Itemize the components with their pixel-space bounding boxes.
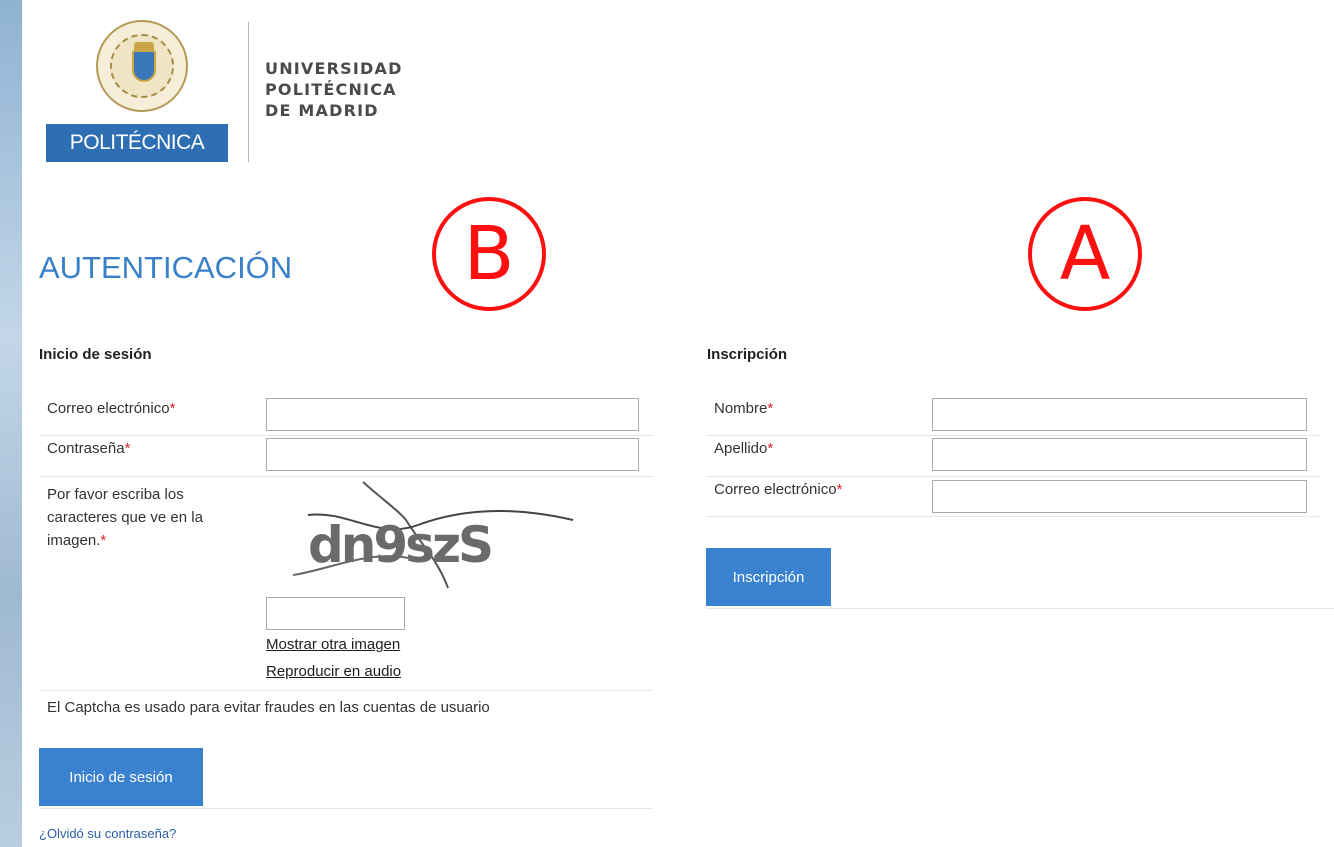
- required-mark: *: [767, 440, 774, 457]
- required-mark: *: [836, 481, 843, 498]
- page-title: AUTENTICACIÓN: [39, 250, 293, 285]
- captcha-image: dn9szS: [292, 481, 574, 589]
- show-other-image-link[interactable]: Mostrar otra imagen: [266, 636, 400, 653]
- registration-button[interactable]: Inscripción: [706, 548, 831, 606]
- captcha-input[interactable]: [266, 597, 405, 630]
- required-mark: *: [124, 440, 131, 457]
- captcha-label: Por favor escriba los caracteres que ve …: [47, 486, 203, 549]
- university-seal-icon: [96, 20, 188, 112]
- captcha-text: dn9szS: [308, 516, 491, 574]
- university-name: UNIVERSIDAD POLITÉCNICA DE MADRID: [265, 58, 403, 121]
- logo-wordmark: POLITÉCNICA: [46, 124, 228, 162]
- university-name-line-3: DE MADRID: [265, 101, 379, 120]
- university-name-line-2: POLITÉCNICA: [265, 80, 397, 99]
- reg-email-input[interactable]: [932, 480, 1307, 513]
- forgot-password-link[interactable]: ¿Olvidó su contraseña?: [39, 826, 176, 841]
- background-strip: [0, 0, 22, 847]
- reg-last-name-label: Apellido*: [714, 440, 774, 457]
- header-divider: [248, 22, 249, 162]
- registration-heading: Inscripción: [707, 346, 788, 363]
- login-email-input[interactable]: [266, 398, 639, 431]
- login-password-input[interactable]: [266, 438, 639, 471]
- required-mark: *: [767, 400, 774, 417]
- reg-first-name-label: Nombre*: [714, 400, 774, 417]
- required-mark: *: [169, 400, 176, 417]
- reg-email-label: Correo electrónico*: [714, 481, 843, 498]
- login-email-label: Correo electrónico*: [47, 400, 176, 417]
- play-audio-link[interactable]: Reproducir en audio: [266, 663, 401, 680]
- reg-last-name-input[interactable]: [932, 438, 1307, 471]
- login-password-label: Contraseña*: [47, 440, 131, 457]
- upm-logo: POLITÉCNICA: [46, 20, 228, 162]
- reg-first-name-input[interactable]: [932, 398, 1307, 431]
- captcha-note: El Captcha es usado para evitar fraudes …: [47, 699, 490, 716]
- auth-panel: POLITÉCNICA UNIVERSIDAD POLITÉCNICA DE M…: [22, 0, 1334, 847]
- divider: [39, 808, 653, 809]
- annotation-marker-b: B: [432, 197, 546, 311]
- annotation-marker-a: A: [1028, 197, 1142, 311]
- login-button[interactable]: Inicio de sesión: [39, 748, 203, 806]
- divider: [39, 690, 653, 691]
- required-mark: *: [100, 532, 107, 549]
- login-heading: Inicio de sesión: [39, 346, 152, 363]
- divider: [706, 608, 1334, 609]
- university-name-line-1: UNIVERSIDAD: [265, 59, 403, 78]
